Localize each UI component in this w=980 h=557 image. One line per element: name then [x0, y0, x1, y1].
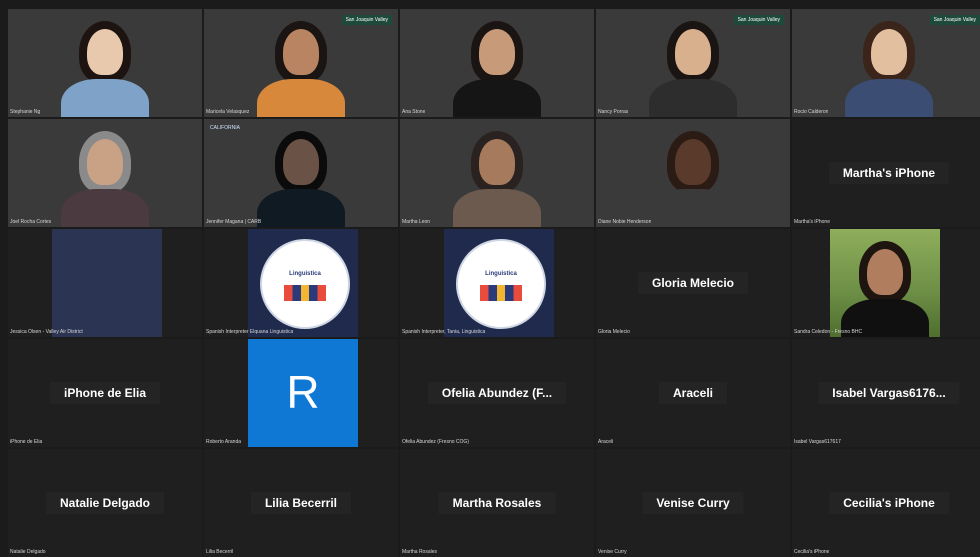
participant-name-label: Ana Stone [402, 109, 426, 115]
participant-face [675, 139, 711, 185]
linguistica-logo-image: Linguistica [444, 229, 554, 337]
participant-tile[interactable]: San Joaquin Valley Nancy Porras [596, 9, 790, 117]
participant-tile[interactable]: San Joaquin Valley Rocio Calderon [792, 9, 980, 117]
participant-body [649, 189, 737, 227]
participant-body [453, 79, 541, 117]
participant-name-label: Sandra Celedon - Fresno BHC [794, 329, 863, 335]
participant-tile[interactable]: Linguistica Spanish Interpreter, Tania, L… [400, 229, 594, 337]
logo-figures-icon [480, 285, 522, 301]
logo-figures-icon [284, 285, 326, 301]
participant-tile[interactable]: Ofelia Abundez (F... Ofelia Abundez (Fres… [400, 339, 594, 447]
participant-name-label: iPhone de Elia [10, 439, 43, 445]
participant-tile[interactable]: Joel Rocha Cortes [8, 119, 202, 227]
participant-name-label: Lilia Becerril [206, 549, 234, 555]
participant-tile[interactable]: R Roberto Aranda [204, 339, 398, 447]
participant-body [257, 79, 345, 117]
participant-name-label: Martha Rosales [402, 549, 438, 555]
participant-name-label: Spanish Interpreter, Tania, Linguistica [402, 329, 486, 335]
display-name-card: Martha Rosales [438, 492, 556, 514]
participant-tile[interactable]: Cecilia's iPhone Cecilia's iPhone [792, 449, 980, 557]
participant-tile[interactable]: Diane Nobie Henderson [596, 119, 790, 227]
participant-face [479, 139, 515, 185]
participant-tile[interactable]: Martha's iPhone Martha's iPhone [792, 119, 980, 227]
participant-tile[interactable]: Isabel Vargas6176... Isabel Vargas617617 [792, 339, 980, 447]
participant-tile[interactable]: San Joaquin Valley Maricela Velasquez [204, 9, 398, 117]
display-name-card: Lilia Becerril [250, 492, 352, 514]
org-logo-badge: San Joaquin Valley [733, 15, 784, 25]
org-logo-badge: San Joaquin Valley [929, 15, 980, 25]
participant-face [867, 249, 903, 295]
participant-tile[interactable]: CALIFORNIA Jennifer Magana | CARB [204, 119, 398, 227]
participant-tile[interactable]: Jessica Olsen - Valley Air District [8, 229, 202, 337]
participant-name-label: Stephanie Ng [10, 109, 41, 115]
participant-face [283, 139, 319, 185]
display-name-card: Martha's iPhone [828, 162, 950, 184]
logo-circle: Linguistica [260, 239, 350, 329]
participant-tile[interactable]: Ana Stone [400, 9, 594, 117]
participant-tile[interactable]: Venise Curry Venise Curry [596, 449, 790, 557]
participant-name-label: Jennifer Magana | CARB [206, 219, 262, 225]
org-logo-badge: San Joaquin Valley [341, 15, 392, 25]
participant-name-label: Roberto Aranda [206, 439, 242, 445]
display-name-card: Ofelia Abundez (F... [427, 382, 567, 404]
participant-name-label: Venise Curry [598, 549, 627, 555]
logo-circle: Linguistica [456, 239, 546, 329]
participant-body [61, 189, 149, 227]
display-name-card: iPhone de Elia [49, 382, 161, 404]
display-name-card: Natalie Delgado [45, 492, 165, 514]
participant-name-label: Natalie Delgado [10, 549, 46, 555]
participant-face [675, 29, 711, 75]
participant-name-label: Maricela Velasquez [206, 109, 250, 115]
participant-name-label: Araceli [598, 439, 614, 445]
participant-name-label: Diane Nobie Henderson [598, 219, 652, 225]
display-name-card: Gloria Melecio [637, 272, 749, 294]
participant-body [61, 79, 149, 117]
display-name-card: Araceli [658, 382, 728, 404]
participant-name-label: Cecilia's iPhone [794, 549, 830, 555]
participant-body [649, 79, 737, 117]
participant-name-label: Isabel Vargas617617 [794, 439, 841, 445]
participant-name-label: Joel Rocha Cortes [10, 219, 52, 225]
participant-name-label: Martha's iPhone [794, 219, 830, 225]
org-logo-badge: CALIFORNIA [210, 125, 241, 131]
display-name-card: Cecilia's iPhone [829, 492, 949, 514]
participant-name-label: Jessica Olsen - Valley Air District [10, 329, 83, 335]
participant-body [453, 189, 541, 227]
participant-tile[interactable]: Linguistica Spanish Interpreter Elquana L… [204, 229, 398, 337]
participant-face [871, 29, 907, 75]
participant-face [283, 29, 319, 75]
participant-face [87, 139, 123, 185]
participant-name-label: Gloria Melecio [598, 329, 630, 335]
participant-tile[interactable]: Lilia Becerril Lilia Becerril [204, 449, 398, 557]
participant-tile[interactable]: Martha Rosales Martha Rosales [400, 449, 594, 557]
avatar-initial: R [248, 339, 358, 447]
display-name-card: Isabel Vargas6176... [818, 382, 960, 404]
participant-tile[interactable]: Sandra Celedon - Fresno BHC [792, 229, 980, 337]
participant-tile[interactable]: Gloria Melecio Gloria Melecio [596, 229, 790, 337]
display-name-card: Venise Curry [642, 492, 744, 514]
participant-name-label: Spanish Interpreter Elquana Linguistica [206, 329, 294, 335]
video-off-placeholder [52, 229, 162, 337]
avatar-letter: R [286, 366, 320, 418]
logo-text: Linguistica [289, 271, 321, 277]
participant-name-label: Rocio Calderon [794, 109, 829, 115]
profile-photo [830, 229, 940, 337]
participant-tile[interactable]: Stephanie Ng [8, 9, 202, 117]
participant-name-label: Ofelia Abundez (Fresno COG) [402, 439, 469, 445]
participant-name-label: Martha Leon [402, 219, 431, 225]
participant-name-label: Nancy Porras [598, 109, 629, 115]
participant-body [845, 79, 933, 117]
participant-face [479, 29, 515, 75]
linguistica-logo-image: Linguistica [248, 229, 358, 337]
participant-tile[interactable]: Natalie Delgado Natalie Delgado [8, 449, 202, 557]
participant-tile[interactable]: Martha Leon [400, 119, 594, 227]
participant-body [257, 189, 345, 227]
participant-tile[interactable]: Araceli Araceli [596, 339, 790, 447]
participant-face [87, 29, 123, 75]
participant-grid: Stephanie Ng San Joaquin Valley Maricela V… [8, 9, 980, 557]
logo-text: Linguistica [485, 271, 517, 277]
participant-tile[interactable]: iPhone de Elia iPhone de Elia [8, 339, 202, 447]
